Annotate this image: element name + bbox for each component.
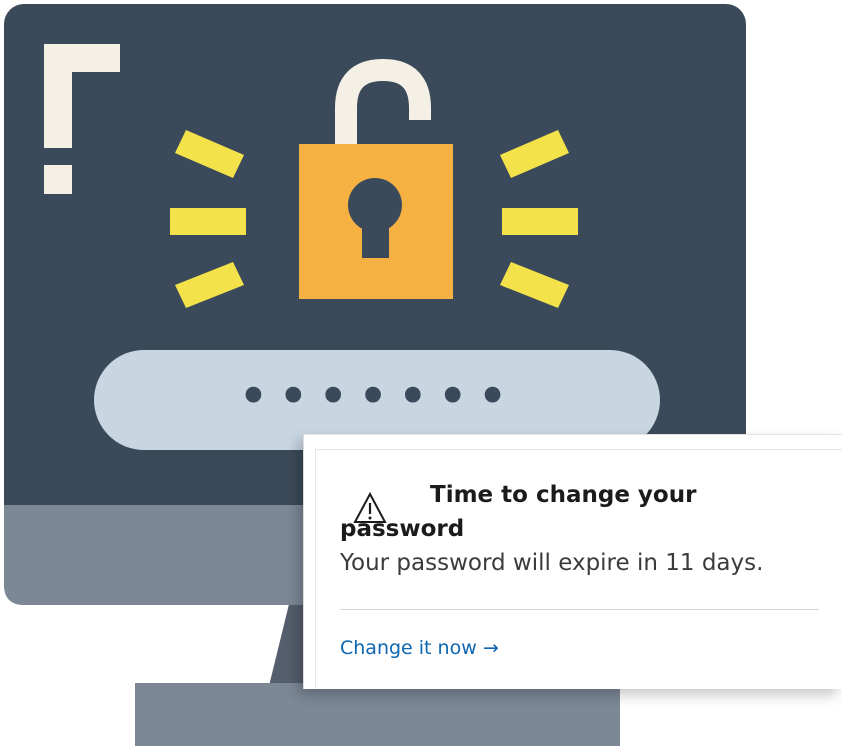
change-password-label: Change it now [340,637,477,659]
notification-card: Time to change your password Your passwo… [315,449,842,689]
notification-text: Time to change your password Your passwo… [340,478,810,580]
keyhole-slot [362,212,389,258]
corner-dot [44,165,72,194]
ray-left-middle [170,208,246,235]
notification-message: Your password will expire in 11 days. [340,550,764,576]
change-password-link[interactable]: Change it now → [340,637,499,659]
password-expiry-notification[interactable]: Time to change your password Your passwo… [303,434,842,689]
arrow-right-icon: → [482,637,499,659]
password-mask: ••••••• [238,365,517,428]
monitor-base [135,683,620,746]
notification-title: Time to change your password [340,482,697,542]
divider [340,609,819,610]
ray-right-middle [502,208,578,235]
